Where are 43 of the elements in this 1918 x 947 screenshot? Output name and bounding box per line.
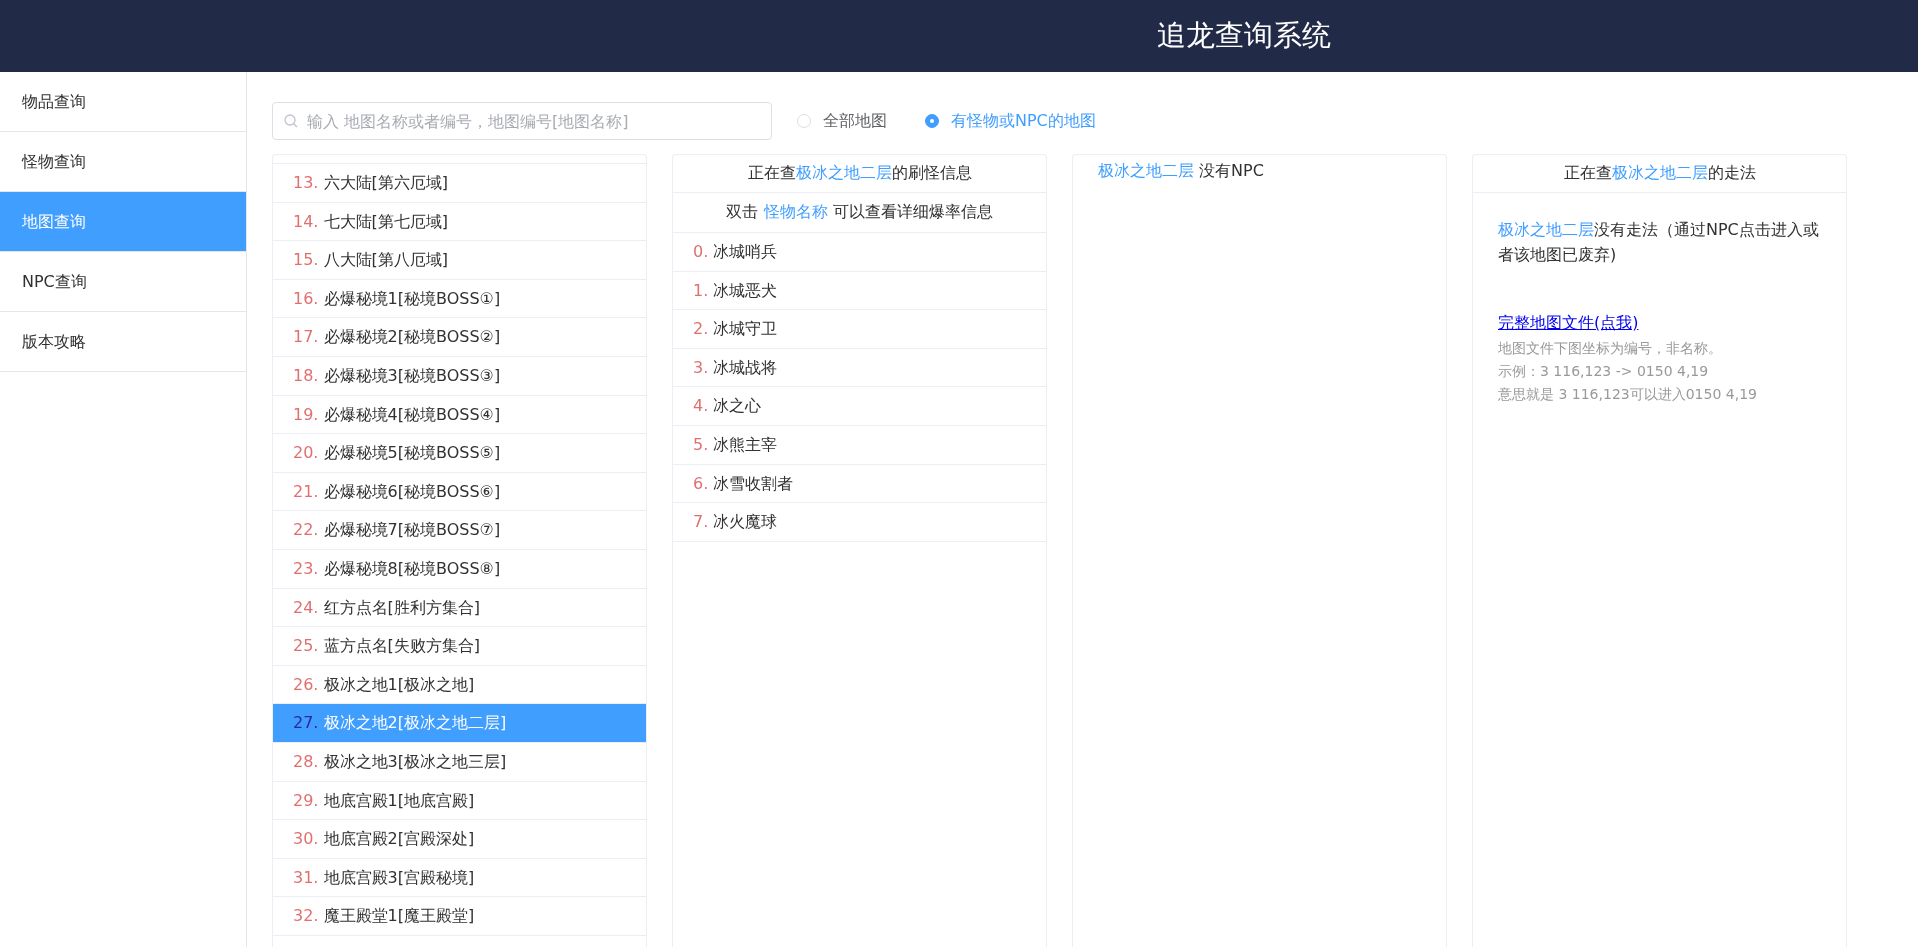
radio-button[interactable]: [925, 114, 939, 128]
map-list-item[interactable]: 15. 八大陆[第八厄域]: [273, 241, 646, 280]
map-list-item[interactable]: 13. 六大陆[第六厄域]: [273, 164, 646, 203]
radio-option[interactable]: 全部地图: [797, 110, 887, 132]
map-list-item[interactable]: 25. 蓝方点名[失败方集合]: [273, 627, 646, 666]
app-title: 追龙查询系统: [1157, 17, 1331, 54]
monster-item[interactable]: 2. 冰城守卫: [673, 310, 1046, 349]
note-text: 地图文件下图坐标为编号，非名称。: [1498, 339, 1723, 358]
map-list-item[interactable]: 29. 地底宫殿1[地底宫殿]: [273, 781, 646, 821]
monster-item[interactable]: 6. 冰雪收割者: [673, 464, 1046, 504]
map-list-item[interactable]: 28. 极冰之地3[极冰之地三层]: [273, 742, 646, 782]
map-list-item[interactable]: 19. 必爆秘境4[秘境BOSS④]: [273, 395, 646, 435]
sidebar-item[interactable]: 版本攻略: [0, 312, 246, 372]
hint-text: 双击 怪物名称 可以查看详细爆率信息: [673, 193, 1046, 233]
map-list-item[interactable]: 14. 七大陆[第七厄域]: [273, 202, 646, 242]
map-list-item[interactable]: 17. 必爆秘境2[秘境BOSS②]: [273, 318, 646, 357]
map-list-item[interactable]: 24. 红方点名[胜利方集合]: [273, 588, 646, 628]
map-list-item[interactable]: 27. 极冰之地2[极冰之地二层]: [273, 704, 646, 743]
monster-item[interactable]: 3. 冰城战将: [673, 348, 1046, 388]
map-list-item[interactable]: 18. 必爆秘境3[秘境BOSS③]: [273, 356, 646, 396]
map-list-item[interactable]: 21. 必爆秘境6[秘境BOSS⑥]: [273, 472, 646, 512]
monster-item[interactable]: 4. 冰之心: [673, 387, 1046, 426]
map-list-item[interactable]: 16. 必爆秘境1[秘境BOSS①]: [273, 279, 646, 319]
map-list-item[interactable]: 30. 地底宫殿2[宫殿深处]: [273, 820, 646, 859]
monster-item[interactable]: 5. 冰熊主宰: [673, 425, 1046, 465]
npc-message: 极冰之地二层 没有NPC: [1097, 160, 1265, 182]
route-message: 极冰之地二层没有走法（通过NPC点击进入或者该地图已废弃): [1498, 219, 1820, 266]
map-list-item[interactable]: 31. 地底宫殿3[宫殿秘境]: [273, 858, 646, 898]
monster-item[interactable]: 7. 冰火魔球: [673, 503, 1046, 542]
monster-item[interactable]: 0. 冰城哨兵: [673, 233, 1046, 272]
sidebar-item[interactable]: NPC查询: [0, 252, 246, 312]
note-text: 意思就是 3 116,123可以进入0150 4,19: [1498, 385, 1758, 404]
map-file-link[interactable]: 完整地图文件(点我): [1498, 313, 1639, 334]
map-list-item[interactable]: 20. 必爆秘境5[秘境BOSS⑤]: [273, 434, 646, 473]
map-list-item[interactable]: 23. 必爆秘境8[秘境BOSS⑧]: [273, 549, 646, 589]
panel-title: 正在查极冰之地二层的刷怪信息: [673, 155, 1046, 193]
map-list-item[interactable]: 22. 必爆秘境7[秘境BOSS⑦]: [273, 511, 646, 550]
note-text: 示例：3 116,123 -> 0150 4,19: [1498, 362, 1710, 381]
search-field[interactable]: 输入 地图名称或者编号，地图编号[地图名称]: [272, 102, 772, 140]
map-list-item[interactable]: 32. 魔王殿堂1[魔王殿堂]: [273, 897, 646, 936]
panel-title: 正在查极冰之地二层的走法: [1473, 155, 1846, 193]
monster-item[interactable]: 1. 冰城恶犬: [673, 271, 1046, 311]
sidebar-item[interactable]: 物品查询: [0, 72, 246, 132]
